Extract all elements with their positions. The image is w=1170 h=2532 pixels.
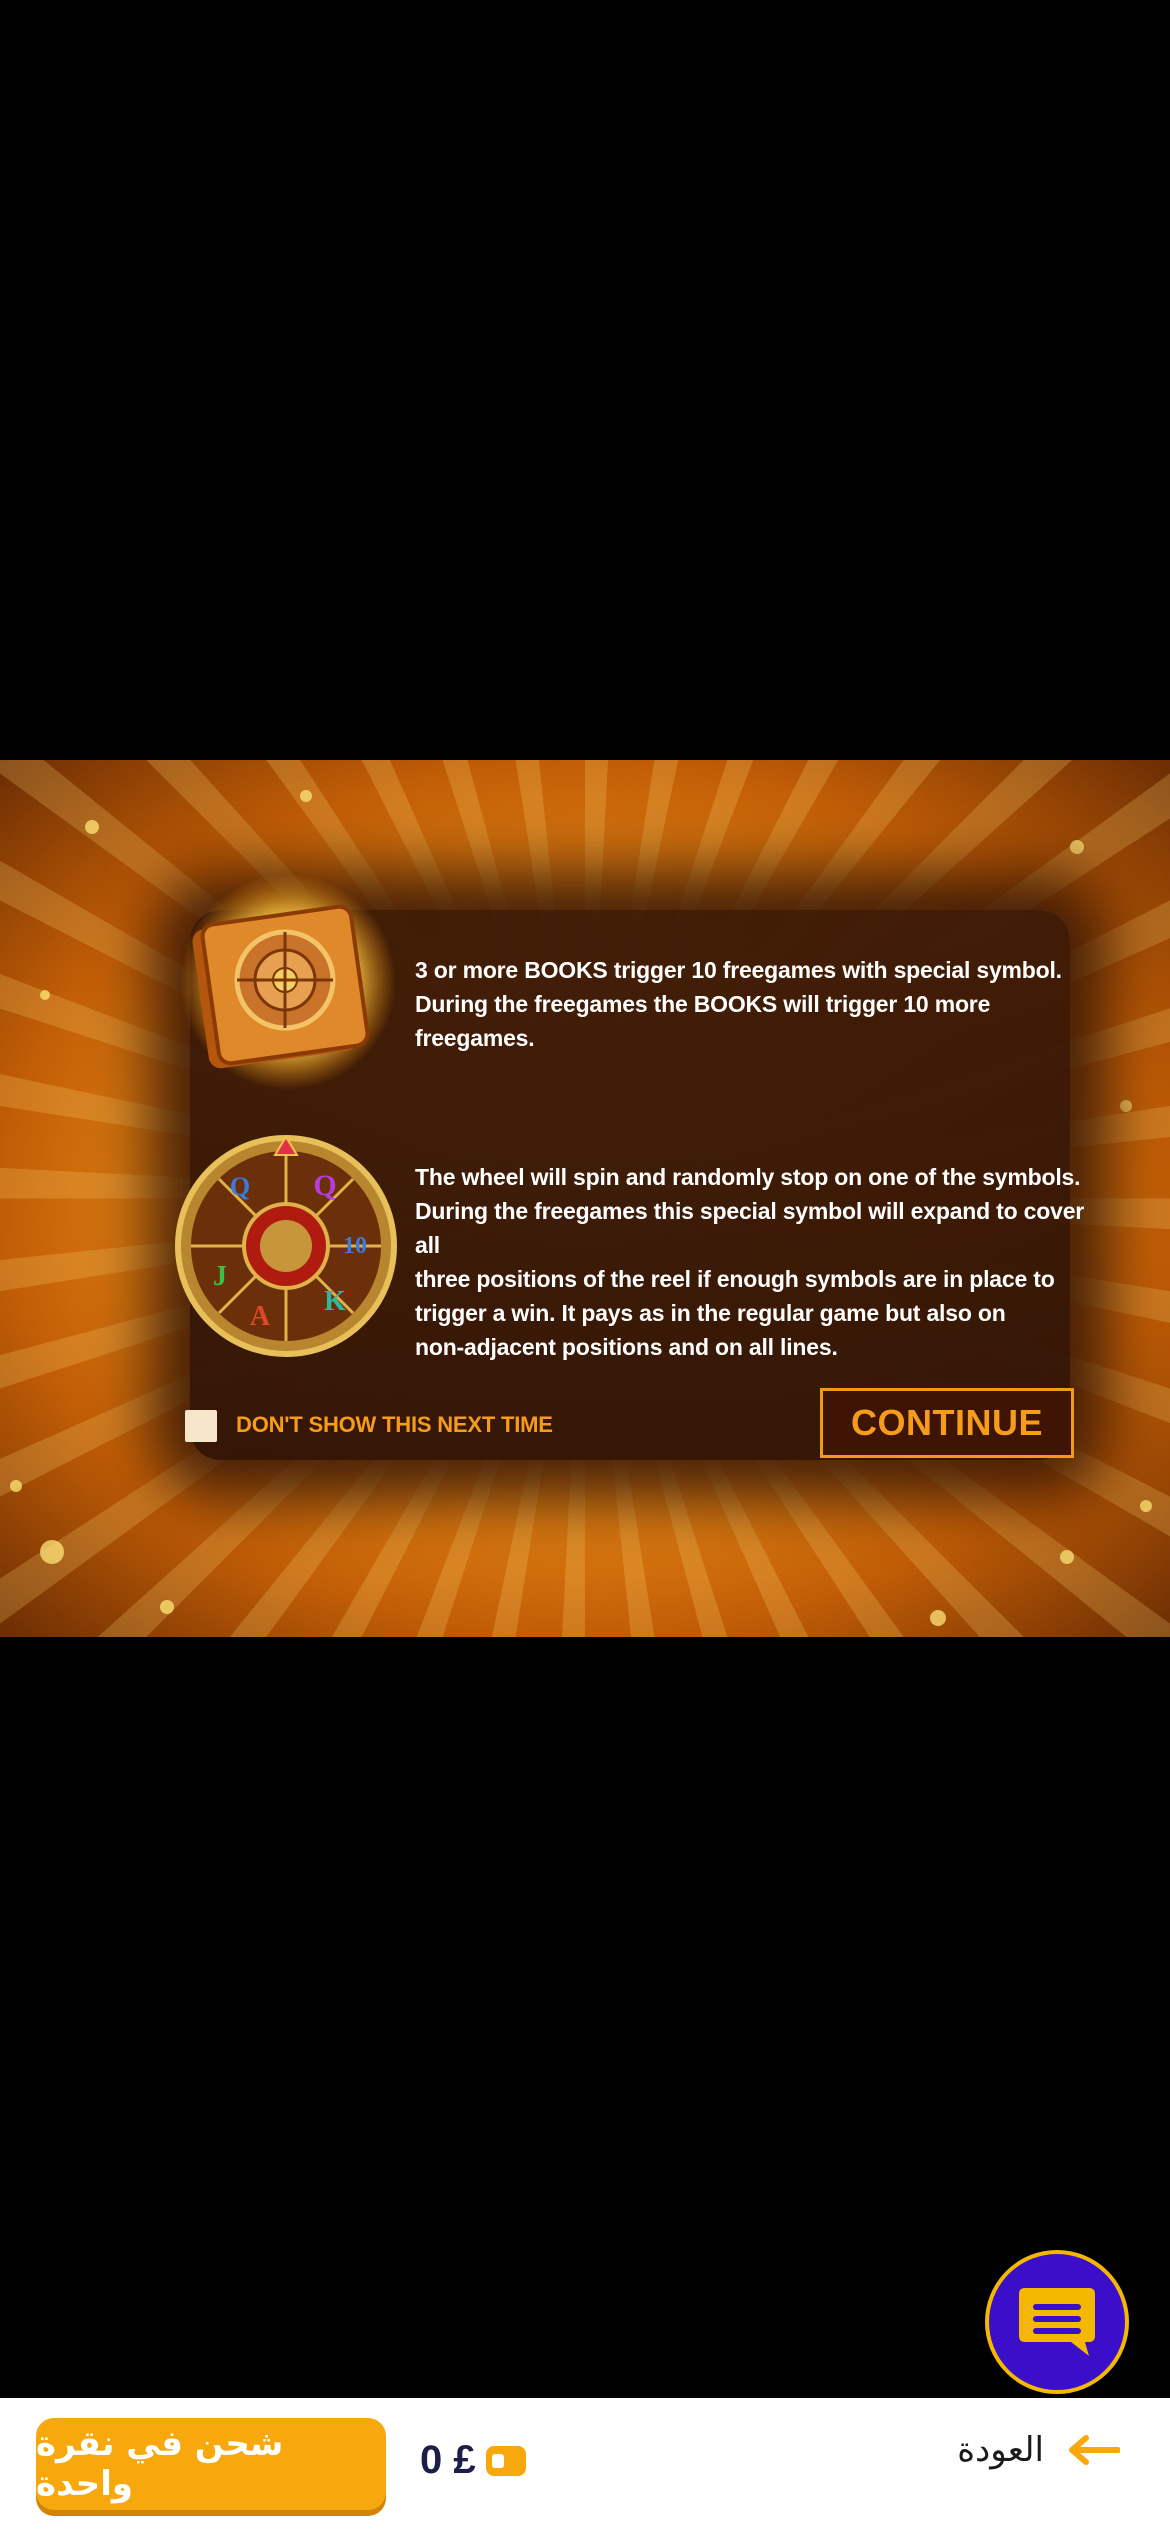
sparkle <box>1120 1100 1132 1112</box>
info-line: During the freegames this special symbol… <box>415 1198 1085 1258</box>
books-info-text: 3 or more BOOKS trigger 10 freegames wit… <box>415 953 1115 1055</box>
info-line: During the freegames the BOOKS will trig… <box>415 991 991 1051</box>
sparkle <box>1060 1550 1074 1564</box>
sparkle <box>160 1600 174 1614</box>
balance-amount: 0 £ <box>420 2438 476 2482</box>
sparkle <box>85 820 99 834</box>
info-line: trigger a win. It pays as in the regular… <box>415 1300 1006 1326</box>
svg-text:Q: Q <box>230 1172 250 1201</box>
svg-text:K: K <box>324 1286 346 1317</box>
balance-display[interactable]: 0 £ <box>420 2438 526 2483</box>
sparkle <box>1140 1500 1152 1512</box>
chat-button[interactable] <box>985 2250 1129 2394</box>
sparkle <box>10 1480 22 1492</box>
sparkle <box>300 790 312 802</box>
info-line: 3 or more BOOKS trigger 10 freegames wit… <box>415 957 1062 983</box>
game-canvas: Q 10 K A J Q 3 or more BOOKS trigger 10 … <box>0 760 1170 1637</box>
back-arrow-icon <box>1069 2435 1120 2465</box>
continue-button[interactable]: CONTINUE <box>820 1388 1074 1458</box>
sparkle <box>930 1610 946 1626</box>
info-line: non-adjacent positions and on all lines. <box>415 1334 838 1360</box>
one-click-topup-button[interactable]: شحن في نقرة واحدة <box>36 2418 386 2510</box>
sparkle <box>1070 840 1084 854</box>
dont-show-label[interactable]: DON'T SHOW THIS NEXT TIME <box>236 1412 553 1438</box>
svg-text:J: J <box>213 1261 227 1292</box>
wheel-icon: Q 10 K A J Q <box>175 1135 397 1357</box>
dont-show-checkbox[interactable] <box>185 1410 217 1442</box>
book-icon <box>180 874 396 1090</box>
sparkle <box>40 990 50 1000</box>
sparkle <box>40 1540 64 1564</box>
back-button[interactable]: العودة <box>957 2430 1120 2470</box>
chat-icon <box>1019 2288 1095 2356</box>
wheel-info-text: The wheel will spin and randomly stop on… <box>415 1160 1115 1364</box>
svg-text:10: 10 <box>343 1233 367 1259</box>
wallet-icon <box>485 2445 526 2476</box>
bottom-bar: شحن في نقرة واحدة 0 £ العودة <box>0 2398 1170 2532</box>
svg-text:A: A <box>250 1301 271 1332</box>
back-label: العودة <box>957 2430 1044 2470</box>
info-line: The wheel will spin and randomly stop on… <box>415 1164 1081 1190</box>
svg-text:Q: Q <box>313 1169 336 1202</box>
info-line: three positions of the reel if enough sy… <box>415 1266 1055 1292</box>
